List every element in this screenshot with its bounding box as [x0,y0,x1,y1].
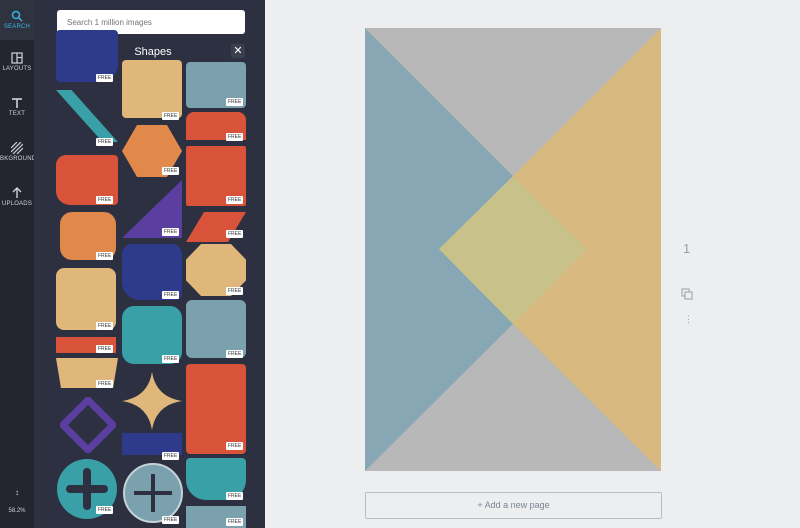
sidebar-item-text[interactable]: TEXT [0,93,34,129]
design-page[interactable] [365,28,661,471]
more-options-icon[interactable]: ⋮ [684,314,693,325]
tab-shapes[interactable]: Shapes [128,42,178,62]
layouts-icon [11,52,23,64]
sidebar-item-layouts[interactable]: LAYOUTS [0,48,34,84]
zoom-level[interactable]: 58.2% [0,508,34,514]
sidebar-item-background[interactable]: BKGROUND [0,138,37,174]
free-badge: FREE [226,196,244,204]
shape-peach-stamp[interactable] [122,60,182,118]
free-badge: FREE [96,345,114,353]
free-badge: FREE [226,230,244,238]
sidebar-item-uploads[interactable]: UPLOADS [0,183,34,219]
shape-slate-plus-circle[interactable] [122,462,184,524]
free-badge: FREE [226,287,244,295]
upload-icon [12,187,22,198]
free-badge: FREE [162,291,180,299]
free-badge: FREE [226,350,244,358]
free-badge: FREE [162,112,180,120]
canvas-area: + Add a new page 1 ⋮ [265,0,800,528]
shape-peach-star[interactable] [122,372,182,430]
page-number: 1 [683,241,691,256]
geometric-background [365,28,661,471]
free-badge: FREE [96,74,114,82]
add-page-button[interactable]: + Add a new page [365,492,662,519]
free-badge: FREE [96,252,114,260]
duplicate-page-icon[interactable] [681,287,693,305]
zoom-icon[interactable]: ↕ [0,488,34,497]
diamond-outline-shape [58,395,118,455]
close-icon: ✕ [233,45,243,57]
free-badge: FREE [96,196,114,204]
free-badge: FREE [162,355,180,363]
sidebar: SEARCH LAYOUTS TEXT BKGROUND UPLOADS ↕ 5… [0,0,37,528]
search-icon [11,10,23,22]
shapes-panel: FREE FREE FREE FREE FREE FREE FREE FREE … [34,0,265,528]
free-badge: FREE [96,380,114,388]
free-badge: FREE [96,138,114,146]
sidebar-item-label: UPLOADS [1,201,33,207]
plus-circle-shape [123,463,183,523]
background-icon [11,142,23,154]
free-badge: FREE [96,322,114,330]
free-badge: FREE [162,516,180,524]
free-badge: FREE [226,98,244,106]
shape-orange-tall[interactable] [186,364,246,454]
free-badge: FREE [162,167,180,175]
shape-peach-rounded[interactable] [56,268,116,330]
shape-purple-diamond-outline[interactable] [58,395,118,455]
text-icon [12,98,22,108]
free-badge: FREE [162,228,180,236]
sidebar-item-label: TEXT [8,111,26,117]
free-badge: FREE [226,518,244,526]
sidebar-item-label: LAYOUTS [2,66,32,72]
free-badge: FREE [96,506,114,514]
close-panel-button[interactable]: ✕ [231,44,245,58]
shape-teal-parallelogram[interactable] [56,90,118,142]
sidebar-item-label: SEARCH [3,24,31,30]
free-badge: FREE [162,452,180,460]
sidebar-item-label: BKGROUND [0,156,37,162]
free-badge: FREE [226,442,244,450]
star-shape [122,372,182,430]
sidebar-item-search[interactable]: SEARCH [0,0,34,40]
free-badge: FREE [226,133,244,141]
free-badge: FREE [226,492,244,500]
